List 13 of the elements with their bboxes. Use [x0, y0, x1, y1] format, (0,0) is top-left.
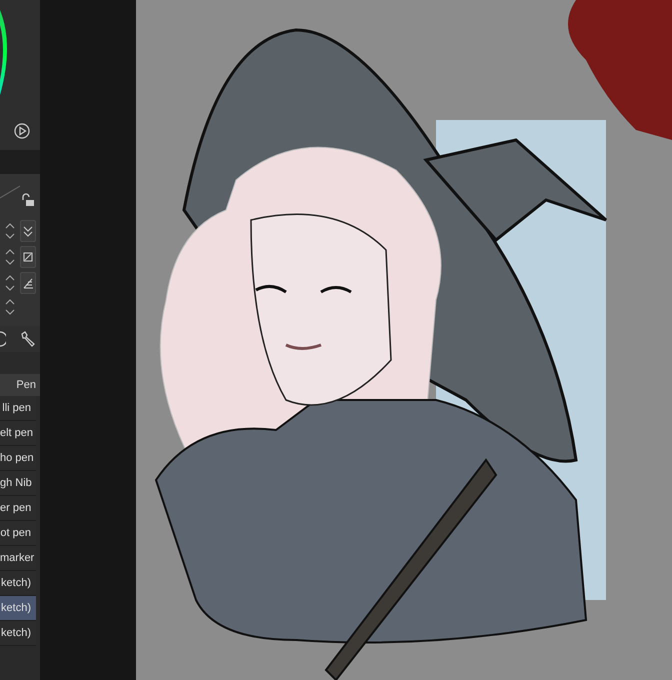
- play-icon[interactable]: [14, 123, 30, 139]
- double-check-icon[interactable]: [20, 220, 36, 242]
- panel-divider-bar: [0, 150, 40, 174]
- spinner-arrows-icon[interactable]: [4, 248, 16, 266]
- angle-lines-icon[interactable]: [20, 272, 36, 294]
- spinner-arrows-icon[interactable]: [4, 222, 16, 240]
- wrench-icon[interactable]: [20, 331, 36, 347]
- slashed-square-icon[interactable]: [20, 246, 36, 268]
- spinner-arrows-icon[interactable]: [4, 274, 16, 292]
- unlock-icon[interactable]: [20, 192, 36, 208]
- spinner-arrows-icon[interactable]: [4, 298, 16, 316]
- brush-item[interactable]: ketch): [0, 596, 36, 621]
- brush-group-tab[interactable]: Pen: [0, 374, 40, 396]
